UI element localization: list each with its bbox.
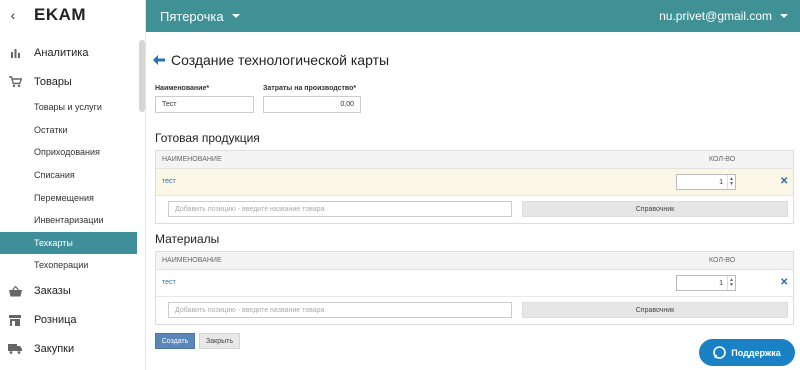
sidebar-item-label: Техкарты — [34, 237, 73, 248]
material-name-link[interactable]: тест — [162, 279, 176, 286]
sidebar-item-label: Оприходования — [34, 147, 100, 158]
sidebar-item-inventory[interactable]: Инвентаризации — [0, 209, 145, 232]
sidebar-nav: Аналитика Товары Товары и услуги Остатки… — [0, 38, 145, 364]
sidebar-item-label: Заказы — [34, 285, 71, 298]
table-row: тест 1 ▲ ▼ ✕ — [156, 169, 793, 195]
sidebar-item-label: Розница — [34, 314, 77, 327]
sidebar-item-label: Товары — [34, 75, 72, 88]
sidebar-item-write-offs[interactable]: Списания — [0, 164, 145, 187]
quantity-value: 1 — [719, 178, 723, 186]
truck-icon — [8, 342, 22, 356]
sidebar-header: ‹ EKAM — [0, 0, 145, 30]
spinner-arrows-icon[interactable]: ▲ ▼ — [727, 175, 735, 189]
column-name-header: НАИМЕНОВАНИЕ — [162, 257, 222, 264]
cost-input[interactable]: 0,00 — [263, 96, 361, 113]
table-row: тест 1 ▲ ▼ ✕ — [156, 270, 793, 296]
remove-row-icon[interactable]: ✕ — [780, 176, 788, 187]
sidebar-scrollbar[interactable] — [139, 40, 145, 112]
sidebar-item-label: Списания — [34, 170, 75, 181]
back-arrow-icon[interactable] — [153, 55, 165, 65]
sidebar-item-label: Перемещения — [34, 192, 94, 203]
support-button[interactable]: Поддержка — [699, 339, 795, 366]
sidebar-item-orders[interactable]: Заказы — [0, 277, 145, 306]
store-selector[interactable]: Пятерочка — [160, 9, 240, 24]
column-name-header: НАИМЕНОВАНИЕ — [162, 156, 222, 163]
bar-chart-icon — [8, 46, 22, 60]
add-position-input[interactable]: Добавить позицию - введите название това… — [168, 201, 512, 217]
logo[interactable]: EKAM — [34, 5, 86, 25]
sidebar-item-tech-cards[interactable]: Техкарты — [0, 231, 137, 255]
cart-icon — [8, 75, 22, 89]
quantity-stepper[interactable]: 1 ▲ ▼ — [676, 275, 736, 291]
materials-table: НАИМЕНОВАНИЕ КОЛ-ВО тест 1 ▲ ▼ ✕ Добавить… — [155, 251, 794, 325]
page-title: Создание технологической карты — [153, 52, 389, 68]
column-qty-header: КОЛ-ВО — [709, 257, 736, 264]
store-icon — [8, 313, 22, 327]
top-bar: Пятерочка nu.privet@gmail.com — [146, 0, 800, 32]
sidebar-item-label: Товары и услуги — [34, 102, 102, 113]
sidebar-item-label: Остатки — [34, 124, 68, 135]
add-position-row: Добавить позицию - введите название това… — [156, 296, 793, 324]
spinner-arrows-icon[interactable]: ▲ ▼ — [727, 276, 735, 290]
close-button[interactable]: Закрыть — [199, 333, 240, 349]
store-name: Пятерочка — [160, 8, 224, 24]
materials-title: Материалы — [155, 232, 220, 246]
sidebar-item-stock[interactable]: Остатки — [0, 119, 145, 142]
sidebar-item-goods[interactable]: Товары — [0, 67, 145, 96]
page-title-text: Создание технологической карты — [171, 52, 390, 68]
add-position-row: Добавить позицию - введите название това… — [156, 195, 793, 223]
support-label: Поддержка — [731, 347, 781, 358]
name-input[interactable]: Тест — [155, 96, 254, 113]
sidebar-item-receipts[interactable]: Оприходования — [0, 141, 145, 164]
sidebar-item-goods-and-services[interactable]: Товары и услуги — [0, 96, 145, 119]
quantity-stepper[interactable]: 1 ▲ ▼ — [676, 174, 736, 190]
basket-icon — [8, 284, 22, 298]
chat-bubble-icon — [713, 346, 727, 359]
sidebar-item-label: Аналитика — [34, 46, 89, 59]
catalog-button[interactable]: Справочник — [522, 302, 788, 318]
name-label: Наименование* — [155, 85, 210, 92]
create-button[interactable]: Создать — [155, 333, 195, 349]
sidebar-item-label: Инвентаризации — [34, 215, 104, 226]
sidebar-item-transfers[interactable]: Перемещения — [0, 186, 145, 209]
sidebar-item-purchases[interactable]: Закупки — [0, 335, 145, 364]
table-header: НАИМЕНОВАНИЕ КОЛ-ВО — [156, 151, 793, 169]
chevron-down-icon — [231, 14, 240, 18]
user-menu[interactable]: nu.privet@gmail.com — [659, 9, 788, 23]
sidebar-item-retail[interactable]: Розница — [0, 306, 145, 335]
sidebar-item-label: Закупки — [34, 343, 75, 356]
main-content: Создание технологической карты Наименова… — [146, 32, 800, 370]
sidebar-item-label: Техоперации — [34, 260, 89, 271]
sidebar-item-analytics[interactable]: Аналитика — [0, 38, 145, 67]
chevron-down-icon — [780, 14, 788, 18]
table-header: НАИМЕНОВАНИЕ КОЛ-ВО — [156, 252, 793, 270]
cost-label: Затраты на производство* — [263, 85, 357, 92]
catalog-button[interactable]: Справочник — [522, 201, 788, 217]
remove-row-icon[interactable]: ✕ — [780, 277, 788, 288]
add-position-input[interactable]: Добавить позицию - введите название това… — [168, 302, 512, 318]
column-qty-header: КОЛ-ВО — [709, 156, 736, 163]
finished-products-title: Готовая продукция — [155, 131, 260, 145]
collapse-sidebar-icon[interactable]: ‹ — [0, 7, 26, 23]
sidebar-item-tech-operations[interactable]: Техоперации — [0, 254, 145, 277]
sidebar: ‹ EKAM Аналитика Товары Товары и услуги … — [0, 0, 146, 370]
finished-products-table: НАИМЕНОВАНИЕ КОЛ-ВО тест 1 ▲ ▼ ✕ Добавить… — [155, 150, 794, 224]
quantity-value: 1 — [719, 279, 723, 287]
product-name-link[interactable]: тест — [162, 178, 176, 185]
user-email: nu.privet@gmail.com — [659, 9, 772, 23]
